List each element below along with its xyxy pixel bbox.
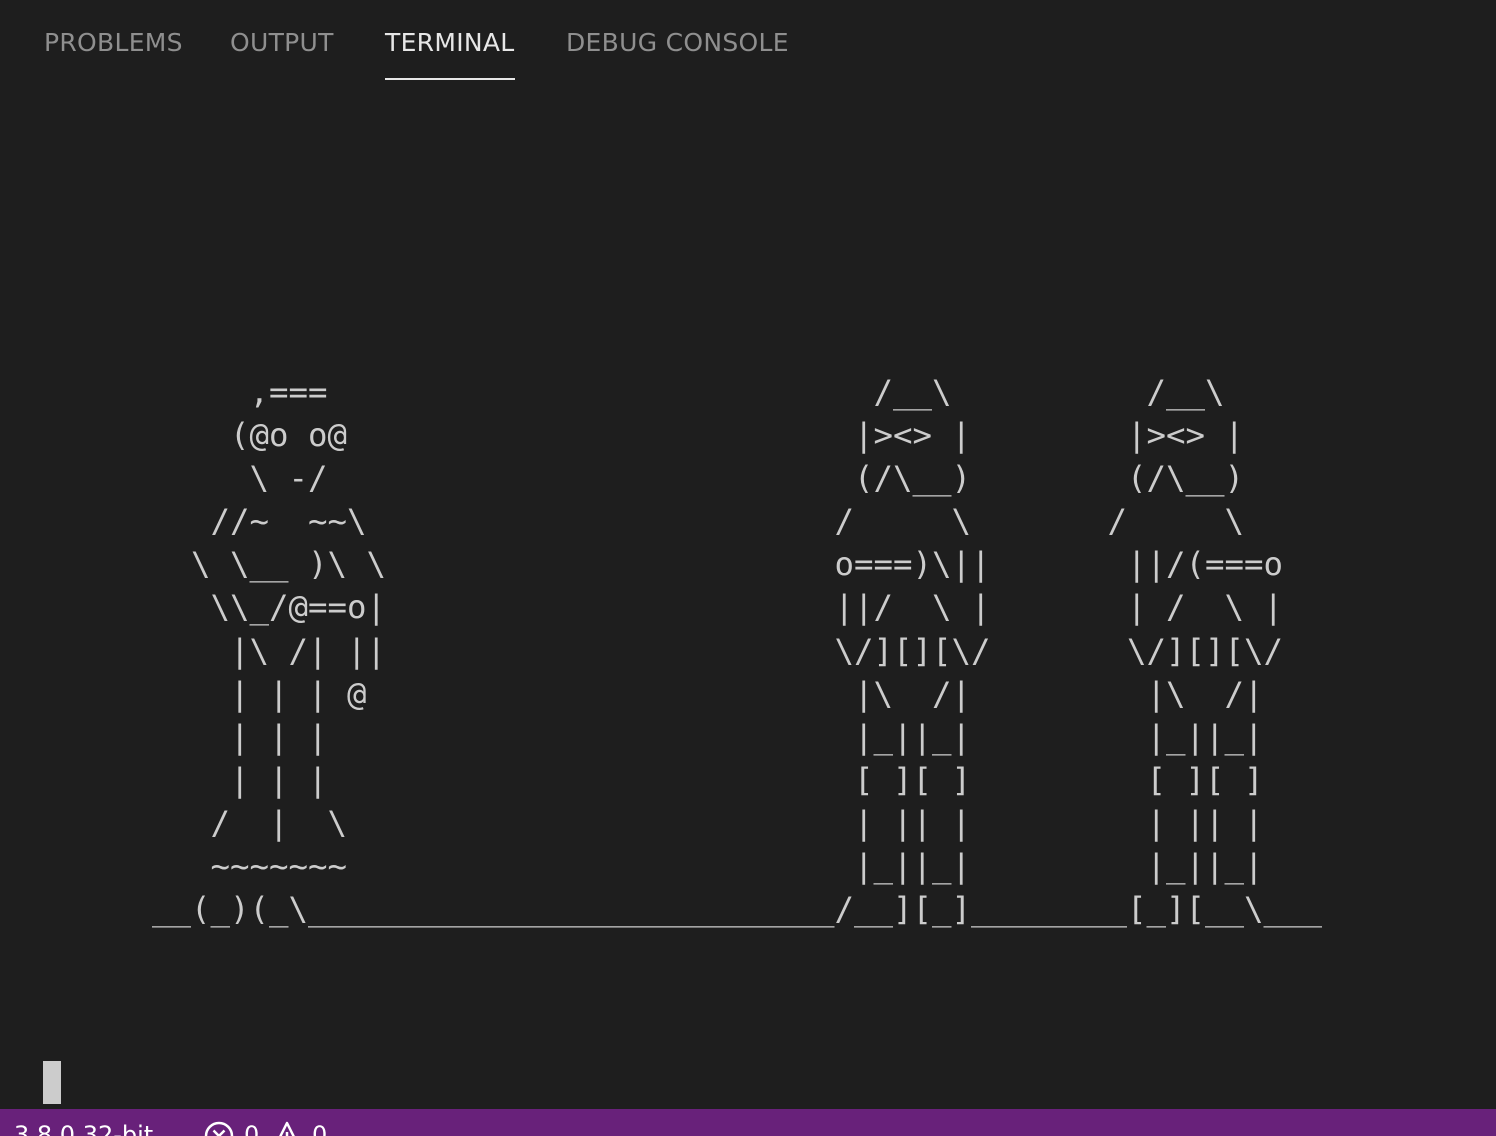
error-icon[interactable]	[204, 1121, 234, 1136]
tab-terminal[interactable]: TERMINAL	[385, 28, 515, 80]
terminal-panel: PROBLEMS OUTPUT TERMINAL DEBUG CONSOLE ,…	[0, 0, 1496, 1136]
tab-debug-console[interactable]: DEBUG CONSOLE	[566, 28, 789, 80]
terminal-ascii-art: ,=== /__\ /__\ (@o o@ |><> | |><> | \ -/…	[152, 373, 1323, 929]
error-count[interactable]: 0	[244, 1121, 259, 1136]
panel-tab-bar: PROBLEMS OUTPUT TERMINAL DEBUG CONSOLE	[0, 0, 1496, 92]
status-bar: 3.8.0 32-bit 0 0	[0, 1109, 1496, 1136]
tab-problems[interactable]: PROBLEMS	[44, 28, 183, 80]
tab-output[interactable]: OUTPUT	[230, 28, 334, 80]
python-interpreter-status[interactable]: 3.8.0 32-bit	[14, 1121, 153, 1136]
warning-icon[interactable]	[272, 1121, 302, 1136]
warning-count[interactable]: 0	[312, 1121, 327, 1136]
terminal-cursor	[43, 1061, 61, 1104]
